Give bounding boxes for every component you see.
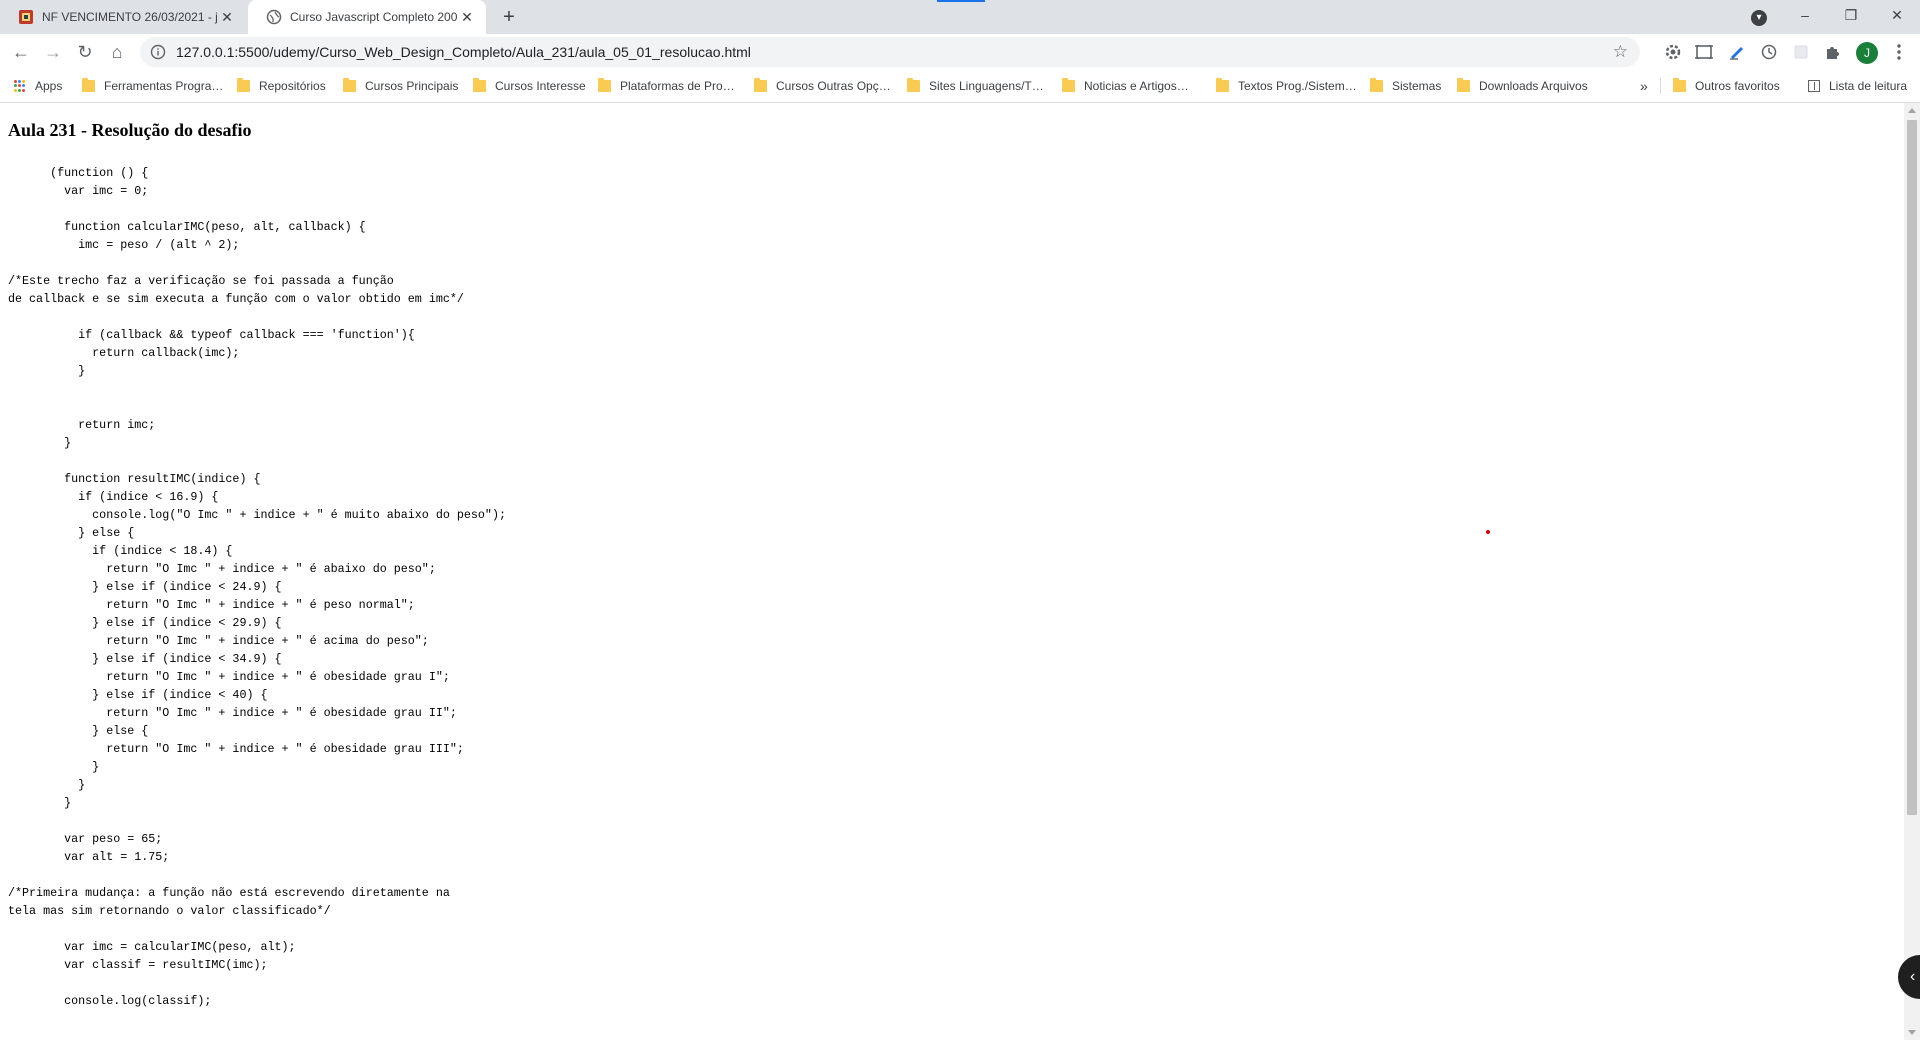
folder-icon [1216, 78, 1229, 92]
bookmark-label: Sistemas [1392, 79, 1442, 93]
bookmark-label: Plataformas de Pro… [620, 79, 735, 93]
extension-gear-icon[interactable] [1663, 42, 1683, 62]
bookmark-folder-noticias[interactable]: Noticias e Artigos… [1062, 78, 1189, 94]
bookmark-folder-ferramentas[interactable]: Ferramentas Progra… [82, 78, 223, 94]
bookmark-folder-cursos-interesse[interactable]: Cursos Interesse [473, 78, 586, 94]
apps-grid-icon [14, 80, 26, 92]
bookmark-folder-repositorios[interactable]: Repositórios [237, 78, 326, 94]
folder-icon [754, 78, 767, 92]
bookmark-folder-downloads[interactable]: Downloads Arquivos [1457, 78, 1588, 94]
bookmark-folder-sites-linguagens[interactable]: Sites Linguagens/T… [907, 78, 1044, 94]
bookmark-label: Repositórios [259, 79, 326, 93]
bookmark-folder-sistemas[interactable]: Sistemas [1370, 78, 1441, 94]
bookmark-label: Outros favoritos [1695, 79, 1780, 93]
bookmark-label: Cursos Interesse [495, 79, 586, 93]
folder-icon [907, 78, 920, 92]
reading-list-button[interactable]: Lista de leitura [1808, 78, 1907, 94]
close-tab-icon[interactable]: ✕ [218, 9, 236, 26]
folder-icon [237, 78, 250, 92]
menu-dots-icon[interactable] [1889, 42, 1909, 62]
bookmark-folder-plataformas[interactable]: Plataformas de Pro… [598, 78, 735, 94]
new-tab-button[interactable]: + [497, 5, 521, 29]
bookmarks-overflow-button[interactable]: » [1640, 78, 1648, 94]
bookmark-folder-outros-favoritos[interactable]: Outros favoritos [1673, 78, 1780, 94]
address-bar[interactable]: 127.0.0.1:5500/udemy/Curso_Web_Design_Co… [140, 37, 1640, 67]
profile-avatar[interactable]: J [1856, 42, 1878, 64]
pen-extension-icon[interactable] [1727, 42, 1747, 62]
scrollbar-thumb[interactable] [1907, 120, 1917, 815]
blank-extension-icon[interactable] [1791, 42, 1811, 62]
bookmark-label: Textos Prog./Sistem… [1238, 79, 1357, 93]
puzzle-extensions-icon[interactable] [1823, 42, 1843, 62]
vertical-scrollbar[interactable] [1904, 103, 1920, 1040]
scroll-down-arrow-icon[interactable] [1908, 1030, 1916, 1035]
bookmark-label: Apps [35, 79, 63, 93]
folder-icon [598, 78, 611, 92]
reload-button[interactable]: ↻ [73, 40, 97, 64]
bookmark-label: Cursos Outras Opç… [776, 79, 891, 93]
page-viewport: Aula 231 - Resolução do desafio (functio… [0, 103, 1904, 1040]
bookmark-folder-textos[interactable]: Textos Prog./Sistem… [1216, 78, 1357, 94]
globe-icon [266, 9, 282, 25]
folder-icon [1673, 78, 1686, 92]
back-button[interactable]: ← [9, 40, 33, 64]
tab-strip: NF VENCIMENTO 26/03/2021 - j… ✕ Curso Ja… [0, 0, 1920, 34]
site-info-icon[interactable] [150, 44, 166, 60]
pdf-document-icon [19, 10, 33, 24]
folder-icon [82, 78, 95, 92]
forward-button[interactable]: → [41, 40, 65, 64]
minimize-button[interactable]: – [1782, 0, 1828, 30]
home-button[interactable]: ⌂ [105, 40, 129, 64]
tab-title: NF VENCIMENTO 26/03/2021 - j… [42, 10, 218, 24]
history-extension-icon[interactable] [1759, 42, 1779, 62]
tab-nf-vencimento[interactable]: NF VENCIMENTO 26/03/2021 - j… ✕ [0, 0, 246, 34]
browser-toolbar: ← → ↻ ⌂ 127.0.0.1:5500/udemy/Curso_Web_D… [0, 34, 1920, 70]
page-heading: Aula 231 - Resolução do desafio [8, 120, 252, 140]
tab-title: Curso Javascript Completo 2008 [290, 10, 458, 24]
folder-icon [1457, 78, 1470, 92]
bookmark-label: Cursos Principais [365, 79, 459, 93]
bookmarks-divider [1660, 78, 1661, 94]
bookmark-apps[interactable]: Apps [14, 78, 62, 94]
tab-curso-javascript[interactable]: Curso Javascript Completo 2008 ✕ [248, 0, 486, 34]
bookmark-label: Ferramentas Progra… [104, 79, 224, 93]
url-text: 127.0.0.1:5500/udemy/Curso_Web_Design_Co… [176, 44, 751, 60]
bookmark-label: Downloads Arquivos [1479, 79, 1588, 93]
chevron-down-icon: ▾ [1751, 10, 1767, 26]
bookmark-folder-cursos-principais[interactable]: Cursos Principais [343, 78, 458, 94]
accent-line [937, 0, 985, 2]
code-block: (function () { var imc = 0; function cal… [8, 166, 506, 1008]
folder-icon [473, 78, 486, 92]
folder-icon [343, 78, 356, 92]
bookmark-folder-cursos-outras[interactable]: Cursos Outras Opç… [754, 78, 891, 94]
close-tab-icon[interactable]: ✕ [458, 9, 476, 26]
close-window-button[interactable]: ✕ [1874, 0, 1920, 30]
bookmark-label: Noticias e Artigos… [1084, 79, 1189, 93]
bookmark-star-icon[interactable]: ☆ [1613, 42, 1628, 62]
reading-list-icon [1808, 80, 1820, 92]
folder-icon [1370, 78, 1383, 92]
screen-capture-icon[interactable] [1694, 42, 1714, 62]
restore-button[interactable]: ❐ [1828, 0, 1874, 30]
chevron-left-icon: ‹ [1910, 968, 1916, 985]
bookmarks-bar: Apps Ferramentas Progra… Repositórios Cu… [0, 70, 1920, 103]
tab-search-button[interactable]: ▾ [1736, 0, 1782, 30]
bookmark-label: Sites Linguagens/T… [929, 79, 1044, 93]
bookmark-label: Lista de leitura [1829, 79, 1908, 93]
folder-icon [1062, 78, 1075, 92]
scroll-up-arrow-icon[interactable] [1908, 108, 1916, 113]
cursor-dot [1486, 530, 1490, 534]
